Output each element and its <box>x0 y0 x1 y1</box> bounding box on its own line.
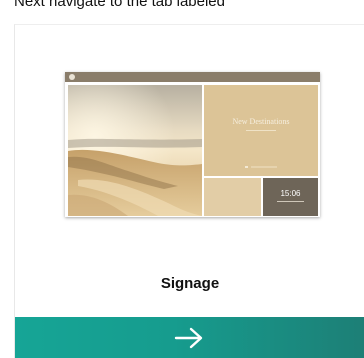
card-title: Signage <box>160 275 220 292</box>
beach-photo <box>68 85 202 216</box>
thumbnail-header-bar <box>65 72 320 82</box>
date-line <box>277 201 304 202</box>
template-thumbnail: New Destinations 15:06 <box>65 72 320 217</box>
thumbnail-subtitle <box>204 129 318 133</box>
beach-landscape-image <box>68 85 202 216</box>
lower-tile <box>204 178 261 216</box>
instruction-text: Next navigate to the tab labeled <box>14 0 225 10</box>
screen: Next navigate to the tab labeled New Des… <box>0 0 364 358</box>
clock-time: 15:06 <box>280 189 301 198</box>
clock-date <box>263 200 318 204</box>
footer-line <box>245 166 277 168</box>
select-template-button[interactable] <box>15 317 364 358</box>
template-card-signage[interactable]: New Destinations 15:06 Signage <box>14 24 364 358</box>
thumbnail-footer <box>204 165 318 170</box>
thumbnail-headline: New Destinations <box>232 117 290 126</box>
subtitle-line <box>246 130 276 131</box>
brand-logo-icon <box>69 74 75 80</box>
arrow-right-icon <box>174 327 203 349</box>
headline-panel: New Destinations <box>204 85 318 176</box>
clock-tile: 15:06 <box>263 178 318 216</box>
